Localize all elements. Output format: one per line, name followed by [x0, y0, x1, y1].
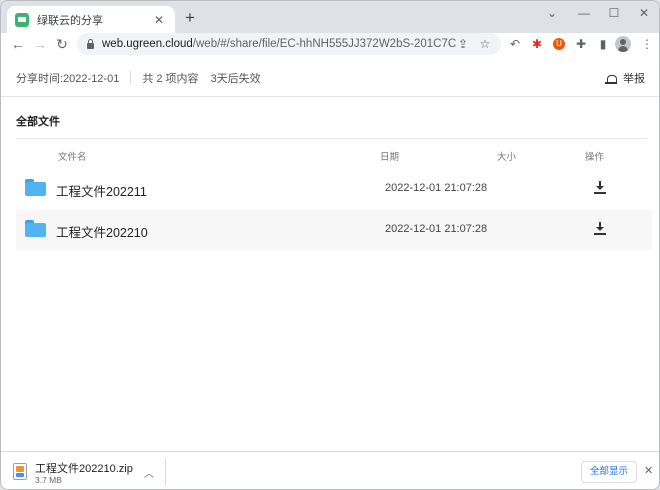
download-shelf: 工程文件202210.zip 3.7 MB ︿ 全部显示 ✕ — [1, 451, 659, 489]
folder-icon — [25, 220, 46, 237]
alarm-icon — [605, 72, 617, 84]
url-text: web.ugreen.cloud/web/#/share/file/EC-hhN… — [102, 38, 457, 50]
show-all-button[interactable]: 全部显示 — [581, 461, 637, 483]
ugreen-favicon-icon — [15, 12, 29, 27]
minimize-button[interactable]: — — [571, 5, 597, 21]
tab-title: 绿联云的分享 — [37, 14, 103, 27]
browser-tab[interactable]: 绿联云的分享 ✕ — [7, 6, 175, 33]
table-row[interactable]: 工程文件202211 2022-12-01 21:07:28 — [16, 169, 652, 209]
download-file-name[interactable]: 工程文件202210.zip — [35, 460, 133, 476]
download-file-size: 3.7 MB — [35, 475, 62, 485]
reply-extension-icon[interactable]: ↶ — [507, 36, 523, 52]
zip-file-icon — [13, 463, 27, 480]
maximize-button[interactable]: ☐ — [601, 5, 627, 21]
tab-close-icon[interactable]: ✕ — [151, 13, 167, 27]
report-label: 举报 — [623, 73, 645, 85]
browser-toolbar: ← → ↻ web.ugreen.cloud/web/#/share/file/… — [1, 33, 659, 55]
new-tab-button[interactable]: + — [181, 9, 199, 27]
share-page: 分享时间:2022-12-01 共 2 项内容 3天后失效 举报 全部文件 文件… — [1, 59, 659, 451]
bookmark-star-icon[interactable]: ☆ — [477, 36, 493, 52]
column-header-action: 操作 — [585, 152, 605, 163]
download-icon[interactable] — [594, 181, 606, 195]
tab-search-icon[interactable]: ⌄ — [539, 5, 565, 21]
item-count: 共 2 项内容 — [142, 72, 199, 85]
download-icon[interactable] — [594, 222, 606, 236]
close-window-button[interactable]: ✕ — [631, 5, 657, 21]
browser-window: 绿联云的分享 ✕ + ⌄ — ☐ ✕ ← → ↻ web.ugreen.clou… — [0, 0, 660, 490]
address-bar[interactable]: web.ugreen.cloud/web/#/share/file/EC-hhN… — [77, 33, 501, 55]
extensions-puzzle-icon[interactable]: ✚ — [573, 36, 589, 52]
column-header-date: 日期 — [380, 152, 400, 163]
folder-icon — [25, 179, 46, 196]
divider — [165, 458, 166, 486]
share-time: 分享时间:2022-12-01 — [16, 72, 120, 85]
share-page-icon[interactable]: ⇪ — [455, 36, 471, 52]
column-header-size: 大小 — [497, 152, 517, 163]
more-menu-icon[interactable]: ⋮ — [639, 36, 655, 52]
divider — [16, 138, 647, 139]
section-title: 全部文件 — [16, 116, 60, 128]
profile-avatar[interactable] — [615, 36, 631, 52]
close-icon[interactable]: ✕ — [644, 464, 653, 477]
expiry-text: 3天后失效 — [210, 72, 261, 85]
chevron-up-icon[interactable]: ︿ — [143, 465, 155, 480]
back-arrow-icon[interactable]: ← — [9, 35, 27, 53]
report-button[interactable]: 举报 — [605, 70, 645, 86]
tab-strip: 绿联云的分享 ✕ + ⌄ — ☐ ✕ — [1, 1, 659, 33]
reload-icon[interactable]: ↻ — [53, 35, 71, 53]
file-date: 2022-12-01 21:07:28 — [385, 223, 488, 235]
table-row[interactable]: 工程文件202210 2022-12-01 21:07:28 — [16, 210, 652, 250]
file-name[interactable]: 工程文件202211 — [56, 181, 147, 200]
file-name[interactable]: 工程文件202210 — [56, 222, 148, 241]
side-panel-icon[interactable]: ▮ — [595, 36, 611, 52]
column-header-name: 文件名 — [58, 152, 87, 163]
share-info-bar: 分享时间:2022-12-01 共 2 项内容 3天后失效 举报 — [1, 59, 659, 97]
translate-extension-icon[interactable]: ✱ — [529, 36, 545, 52]
forward-arrow-icon[interactable]: → — [31, 35, 49, 53]
divider — [130, 70, 132, 85]
lock-icon — [87, 38, 94, 49]
file-date: 2022-12-01 21:07:28 — [385, 182, 488, 194]
ublock-extension-icon[interactable]: U — [553, 38, 565, 50]
